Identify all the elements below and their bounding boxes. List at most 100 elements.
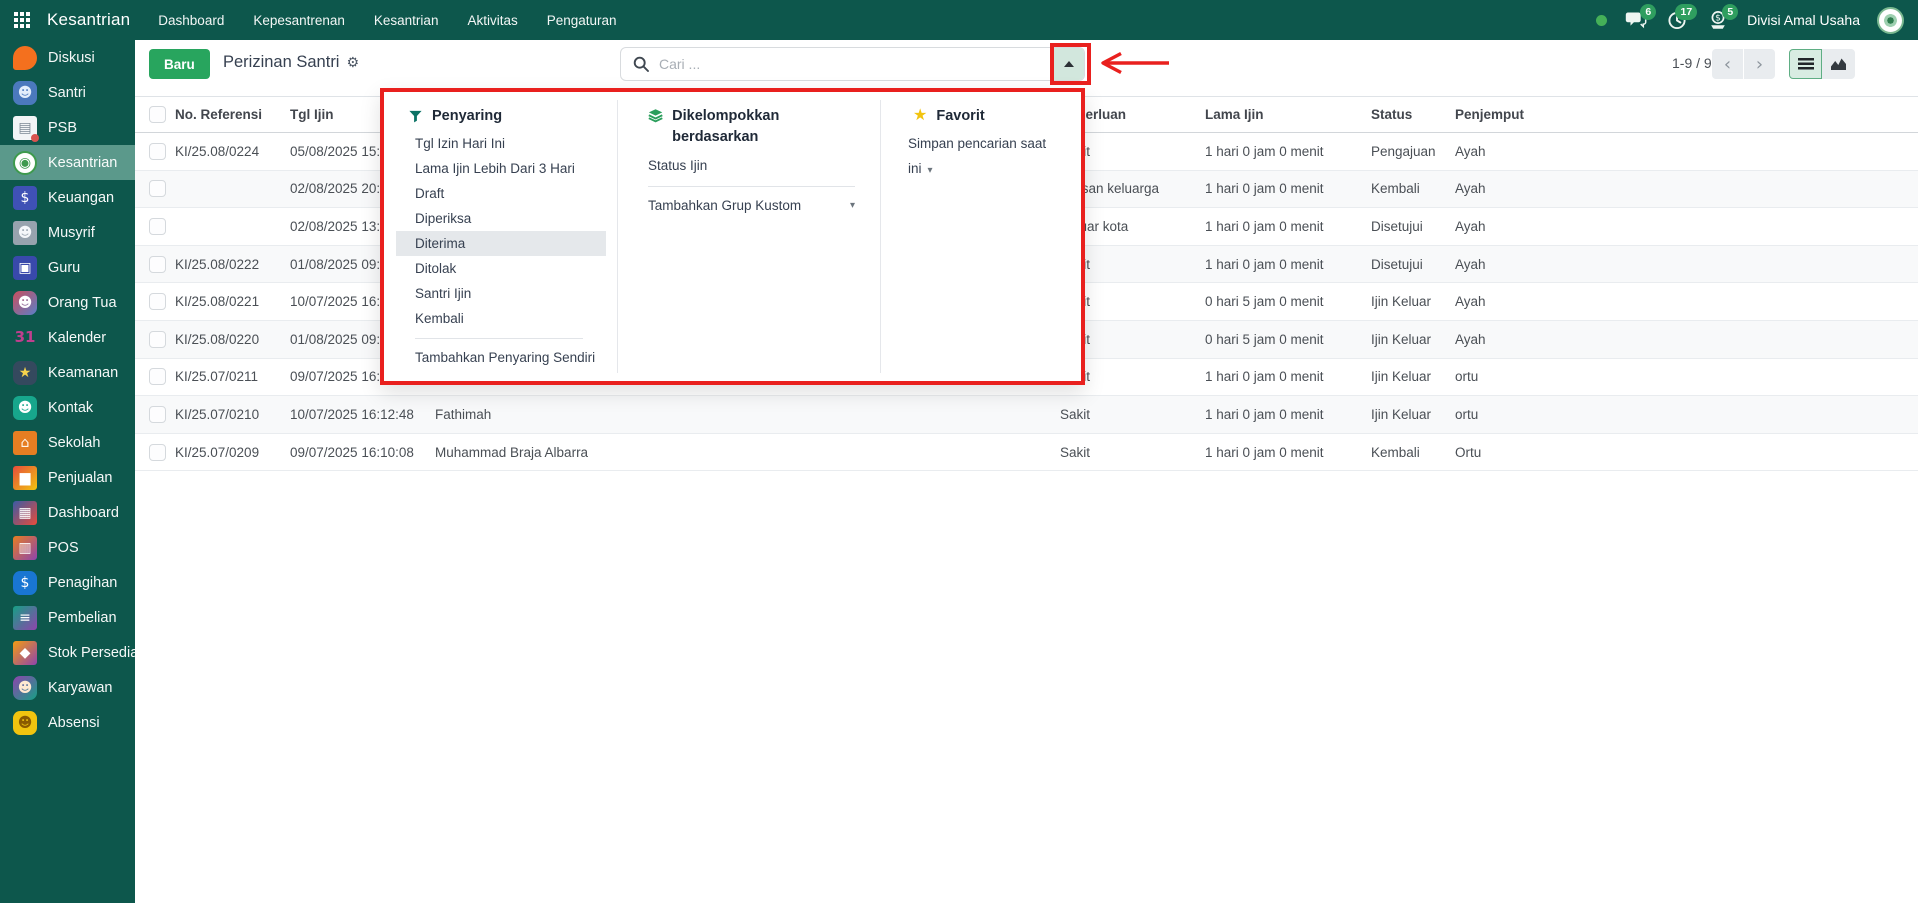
sidebar-item-label: Kesantrian (48, 155, 117, 171)
cell-lama: 1 hari 0 jam 0 menit (1205, 219, 1371, 234)
list-view-button[interactable] (1789, 49, 1822, 79)
cell-lama: 1 hari 0 jam 0 menit (1205, 445, 1371, 460)
filter-item-ditolak[interactable]: Ditolak (396, 256, 606, 281)
new-record-button[interactable]: Baru (149, 49, 210, 79)
dashboard-tiles-icon: ▦ (13, 501, 37, 525)
table-row[interactable]: KI/25.07/021010/07/2025 16:12:48Fathimah… (135, 396, 1918, 434)
search-options-toggle[interactable] (1054, 48, 1084, 80)
column-header-penjemput[interactable]: Penjemput (1455, 107, 1918, 122)
sidebar-item-psb[interactable]: ▤PSB (0, 110, 135, 145)
user-avatar[interactable] (1877, 7, 1904, 34)
sidebar-item-diskusi[interactable]: Diskusi (0, 40, 135, 75)
sidebar-item-sekolah[interactable]: ⌂Sekolah (0, 425, 135, 460)
app-window: Kesantrian Dashboard Kepesantrenan Kesantr… (0, 0, 1918, 903)
sidebar-item-label: Penagihan (48, 575, 117, 591)
sidebar-item-dashboard[interactable]: ▦Dashboard (0, 495, 135, 530)
graph-view-button[interactable] (1822, 49, 1855, 79)
top-menu-kepesantrenan[interactable]: Kepesantrenan (253, 13, 345, 28)
filter-item-draft[interactable]: Draft (396, 181, 606, 206)
sidebar-item-label: Absensi (48, 715, 100, 731)
musyrif-icon: ☻ (13, 221, 37, 245)
sidebar-item-kalender[interactable]: 31Kalender (0, 320, 135, 355)
sidebar-item-pembelian[interactable]: ≡Pembelian (0, 600, 135, 635)
row-checkbox[interactable] (149, 293, 166, 310)
contacts-icon: ☻ (13, 396, 37, 420)
parents-icon: ☻ (13, 291, 37, 315)
row-checkbox[interactable] (149, 368, 166, 385)
sidebar-item-penagihan[interactable]: $Penagihan (0, 565, 135, 600)
gear-icon[interactable]: ⚙ (346, 55, 359, 71)
sidebar-item-musyrif[interactable]: ☻ Musyrif (0, 215, 135, 250)
select-all-checkbox[interactable] (149, 106, 166, 123)
pos-awning-icon: ▥ (13, 536, 37, 560)
column-header-no-referensi[interactable]: No. Referensi (175, 107, 290, 122)
messages-icon[interactable]: 6 (1624, 9, 1648, 31)
cell-ref: KI/25.08/0224 (175, 144, 290, 159)
sidebar-item-label: Musyrif (48, 225, 95, 241)
sidebar-item-orang-tua[interactable]: ☻Orang Tua (0, 285, 135, 320)
cell-lama: 1 hari 0 jam 0 menit (1205, 144, 1371, 159)
row-checkbox[interactable] (149, 444, 166, 461)
company-switcher[interactable]: Divisi Amal Usaha (1747, 12, 1860, 28)
sidebar-item-santri[interactable]: ☻Santri (0, 75, 135, 110)
filter-item-diperiksa[interactable]: Diperiksa (396, 206, 606, 231)
apps-grid-icon[interactable] (14, 12, 31, 29)
pager-previous-button[interactable]: ‹ (1712, 49, 1743, 79)
column-header-lama-ijin[interactable]: Lama Ijin (1205, 107, 1371, 122)
sidebar-item-stok-persediaan[interactable]: ◆Stok Persediaan (0, 635, 135, 670)
table-row[interactable]: KI/25.07/020909/07/2025 16:10:08Muhammad… (135, 434, 1918, 472)
search-input[interactable] (657, 55, 1054, 73)
row-checkbox[interactable] (149, 406, 166, 423)
cell-status: Ijin Keluar (1371, 369, 1455, 384)
row-checkbox[interactable] (149, 218, 166, 235)
filter-item-tgl-izin-hari-ini[interactable]: Tgl Izin Hari Ini (396, 131, 606, 156)
filter-item-diterima[interactable]: Diterima (396, 231, 606, 256)
row-checkbox[interactable] (149, 256, 166, 273)
sidebar-item-kontak[interactable]: ☻Kontak (0, 390, 135, 425)
top-menu-aktivitas[interactable]: Aktivitas (467, 13, 517, 28)
cell-penjemput: ortu (1455, 369, 1918, 384)
row-checkbox[interactable] (149, 331, 166, 348)
add-custom-group[interactable]: Tambahkan Grup Kustom ▾ (648, 193, 855, 218)
groupby-item-status-ijin[interactable]: Status Ijin (629, 153, 858, 178)
sidebar-item-label: Sekolah (48, 435, 100, 451)
top-menu: Dashboard Kepesantrenan Kesantrian Aktivita… (158, 13, 616, 28)
revenue-icon[interactable]: $ 5 (1706, 9, 1730, 31)
filter-item-santri-ijin[interactable]: Santri Ijin (396, 281, 606, 306)
groupby-section-header: Dikelompokkan berdasarkan (648, 106, 848, 148)
top-menu-dashboard[interactable]: Dashboard (158, 13, 224, 28)
filter-item-kembali[interactable]: Kembali (396, 306, 606, 331)
row-checkbox[interactable] (149, 143, 166, 160)
cell-lama: 1 hari 0 jam 0 menit (1205, 369, 1371, 384)
graph-view-icon (1830, 57, 1847, 71)
top-menu-pengaturan[interactable]: Pengaturan (547, 13, 617, 28)
sidebar-item-kesantrian[interactable]: ◉Kesantrian (0, 145, 135, 180)
filters-section-header: Penyaring (408, 106, 502, 127)
add-custom-filter[interactable]: Tambahkan Penyaring Sendiri (415, 345, 595, 370)
sidebar-item-label: Keuangan (48, 190, 114, 206)
view-switcher (1789, 49, 1855, 79)
row-checkbox[interactable] (149, 180, 166, 197)
sidebar-item-penjualan[interactable]: ▆Penjualan (0, 460, 135, 495)
filter-item-lama-ijin-lebih-dari-3-hari[interactable]: Lama Ijin Lebih Dari 3 Hari (396, 156, 606, 181)
cell-ref: KI/25.07/0209 (175, 445, 290, 460)
top-menu-kesantrian[interactable]: Kesantrian (374, 13, 439, 28)
app-brand[interactable]: Kesantrian (47, 10, 130, 30)
filters-divider (415, 338, 583, 339)
sidebar-item-keuangan[interactable]: $Keuangan (0, 180, 135, 215)
documents-icon: ▤ (13, 116, 37, 140)
pager-next-button[interactable]: › (1744, 49, 1775, 79)
save-current-search[interactable]: Simpan pencarian saat ini▾ (889, 131, 1081, 156)
calendar-icon: 31 (13, 326, 37, 350)
sidebar-item-guru[interactable]: ▣Guru (0, 250, 135, 285)
sidebar-item-absensi[interactable]: ☻Absensi (0, 705, 135, 740)
sidebar-item-karyawan[interactable]: ☻Karyawan (0, 670, 135, 705)
panel-divider (880, 100, 881, 373)
sidebar-item-keamanan[interactable]: ★Keamanan (0, 355, 135, 390)
cell-santri: Muhammad Braja Albarra (435, 445, 1060, 460)
page-title: Perizinan Santri (223, 53, 339, 72)
activities-clock-icon[interactable]: 17 (1665, 9, 1689, 31)
sidebar-item-pos[interactable]: ▥POS (0, 530, 135, 565)
column-header-status[interactable]: Status (1371, 107, 1455, 122)
employees-icon: ☻ (13, 676, 37, 700)
